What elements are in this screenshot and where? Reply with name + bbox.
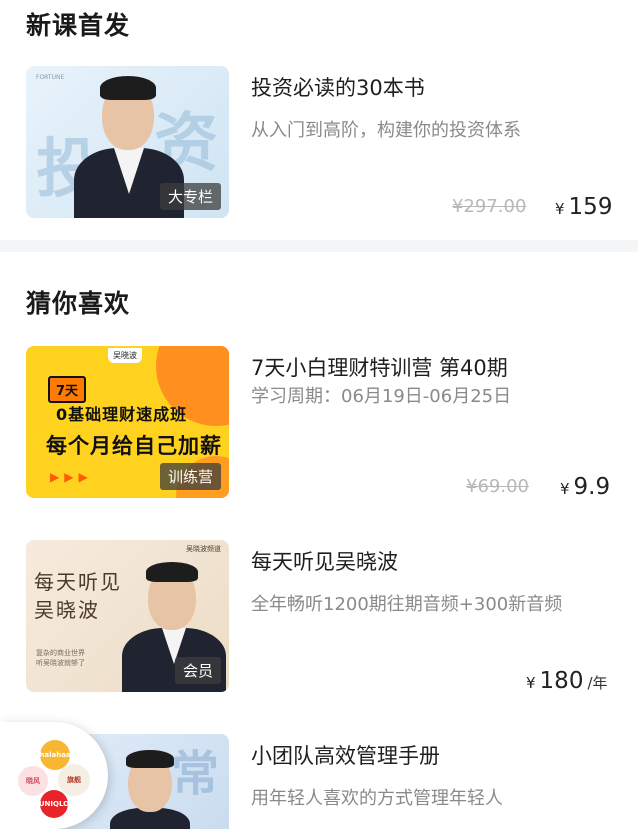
thumbnail-logo: 吴晓波频道 <box>186 545 221 553</box>
thumbnail-logo: 吴晓波 <box>108 348 142 363</box>
course-type-badge: 会员 <box>174 657 221 684</box>
course-card-investment-books[interactable]: FORTUNE 投 资 大专栏 投资必读的30本书 从入门到高阶，构建你的投资体… <box>0 66 638 226</box>
thumbnail-tag: 7天 <box>48 376 87 403</box>
current-price: ¥159 <box>555 194 613 220</box>
section-title-recommended: 猜你喜欢 <box>26 289 131 318</box>
current-price: ¥180/年 <box>526 668 608 694</box>
brand-bubble-uniqlo[interactable]: UNIQLO <box>39 790 69 818</box>
course-card-finance-camp[interactable]: 吴晓波 7天 0基础理财速成班 每个月给自己加薪 ▶▶▶ 训练营 7天小白理财特… <box>0 346 638 506</box>
thumbnail-headline: 吴晓波 <box>34 598 100 622</box>
thumbnail-caption: 听吴晓波就够了 <box>36 659 85 667</box>
original-price: ¥69.00 <box>466 476 529 497</box>
course-thumbnail: 吴晓波 7天 0基础理财速成班 每个月给自己加薪 ▶▶▶ 训练营 <box>26 346 229 498</box>
arrow-icons: ▶▶▶ <box>50 470 93 484</box>
course-card-daily-listening[interactable]: 吴晓波频道 每天听见 吴晓波 复杂的商业世界 听吴晓波就够了 会员 每天听见吴晓… <box>0 540 638 700</box>
course-type-badge: 训练营 <box>159 463 221 490</box>
thumbnail-brand-text: FORTUNE <box>36 74 65 81</box>
floating-brand-widget[interactable]: halahaa 晓风 旗舰 UNIQLO <box>0 722 108 829</box>
course-thumbnail: FORTUNE 投 资 大专栏 <box>26 66 229 218</box>
course-subtitle: 用年轻人喜欢的方式管理年轻人 <box>251 788 503 809</box>
course-title[interactable]: 每天听见吴晓波 <box>251 546 398 576</box>
current-price: ¥9.9 <box>560 474 611 500</box>
brand-bubble[interactable]: 旗舰 <box>58 764 90 796</box>
course-title[interactable]: 7天小白理财特训营 第40期 <box>251 352 508 382</box>
course-subtitle: 学习周期：06月19日-06月25日 <box>251 386 512 407</box>
presenter-photo <box>110 748 190 829</box>
course-subtitle: 从入门到高阶，构建你的投资体系 <box>251 120 521 141</box>
original-price: ¥297.00 <box>452 196 527 217</box>
course-subtitle: 全年畅听1200期往期音频+300新音频 <box>251 594 563 615</box>
course-title[interactable]: 小团队高效管理手册 <box>251 740 440 770</box>
thumbnail-caption: 复杂的商业世界 <box>36 649 85 657</box>
course-thumbnail: 吴晓波频道 每天听见 吴晓波 复杂的商业世界 听吴晓波就够了 会员 <box>26 540 229 692</box>
course-type-badge: 大专栏 <box>159 183 221 210</box>
brand-bubble[interactable]: 晓风 <box>18 766 48 796</box>
section-title-new-courses: 新课首发 <box>26 11 131 40</box>
thumbnail-headline: 每天听见 <box>34 570 122 594</box>
thumbnail-slogan: 每个月给自己加薪 <box>46 434 222 458</box>
section-divider <box>0 240 638 252</box>
thumbnail-headline: 0基础理财速成班 <box>56 405 188 424</box>
course-title[interactable]: 投资必读的30本书 <box>251 72 425 102</box>
